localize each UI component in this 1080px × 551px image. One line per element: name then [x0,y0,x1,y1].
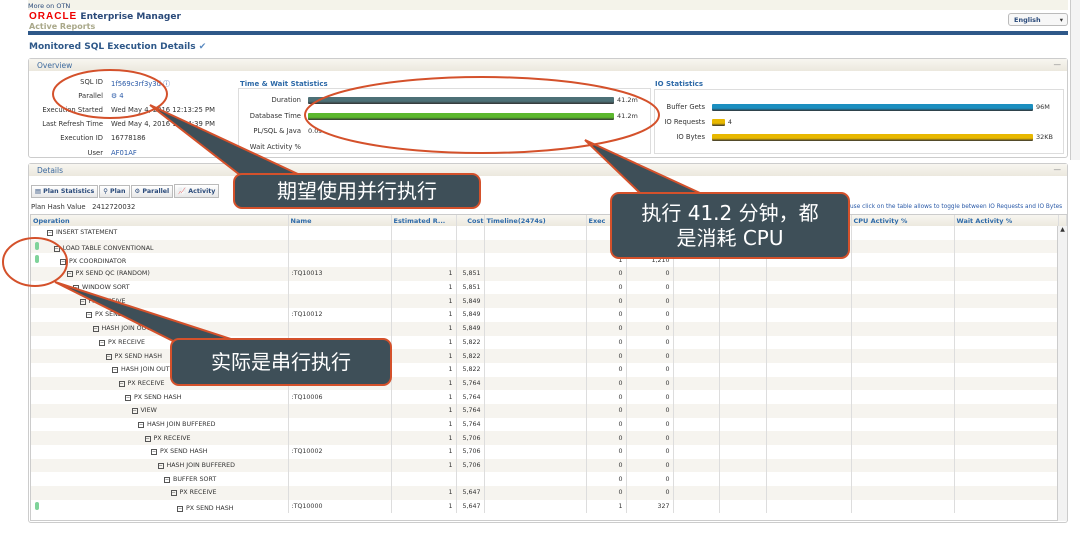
highlight-ellipse [52,69,168,119]
annotation-layer [2,69,701,343]
highlight-ellipse [304,76,660,154]
callout-expected-parallel: 期望使用并行执行 [233,173,481,209]
callout-actual-serial: 实际是串行执行 [170,338,392,386]
callout-pointer [54,281,241,343]
callout-pointer [584,139,701,194]
callout-pointer [149,104,301,176]
highlight-ellipse [2,237,68,287]
callout-cpu-note: 执行 41.2 分钟，都是消耗 CPU [610,192,850,259]
